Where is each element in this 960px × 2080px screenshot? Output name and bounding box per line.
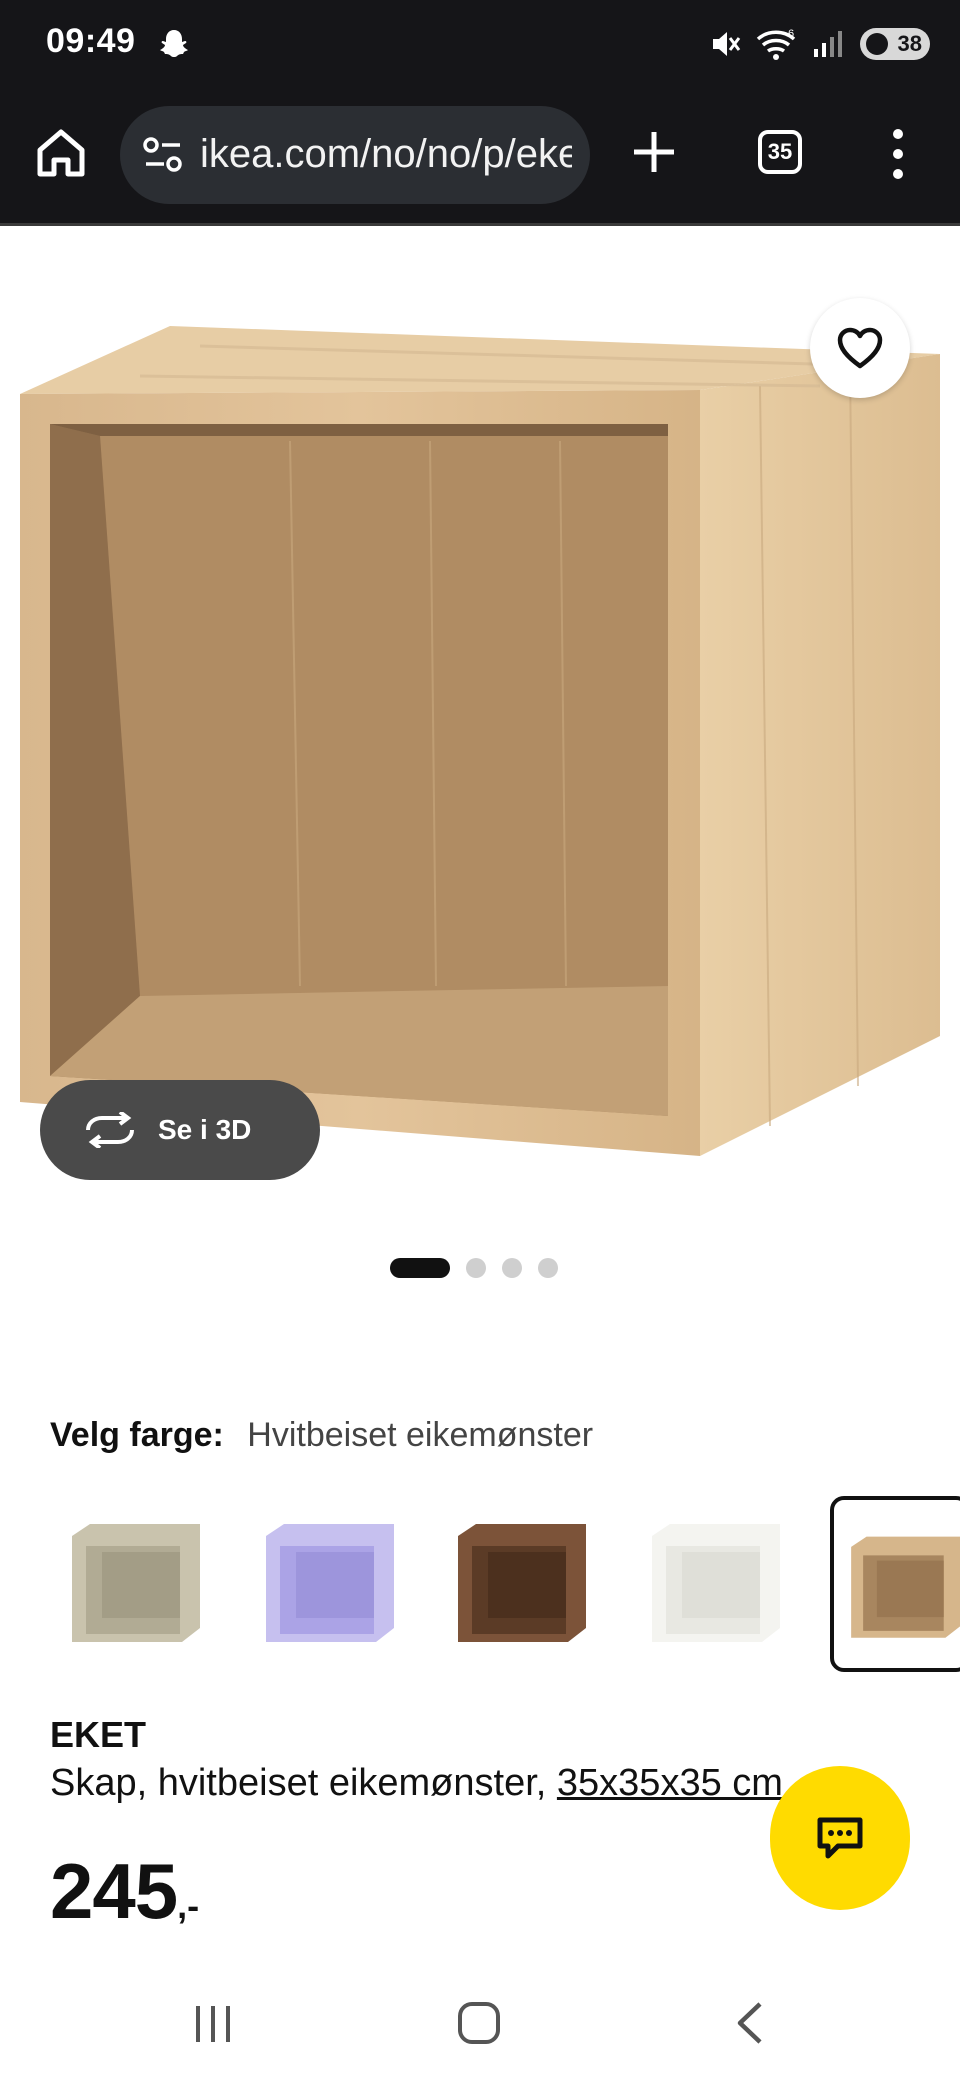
product-description-text: Skap, hvitbeiset eikemønster, xyxy=(50,1762,547,1804)
status-time: 09:49 xyxy=(46,22,136,60)
home-nav-icon[interactable] xyxy=(456,2000,502,2046)
address-bar[interactable]: ikea.com/no/no/p/eket-skap-hvitbeiset-ei… xyxy=(120,106,590,204)
color-swatch-lilac[interactable] xyxy=(244,1496,420,1672)
favourite-button[interactable] xyxy=(810,298,910,398)
product-image[interactable] xyxy=(0,226,960,1226)
product-name: EKET xyxy=(50,1714,147,1755)
color-swatch-walnut[interactable] xyxy=(436,1496,612,1672)
color-swatch-list xyxy=(50,1496,960,1672)
product-price: 245,- xyxy=(50,1846,199,1937)
pagination-dot[interactable] xyxy=(390,1258,450,1278)
chat-icon xyxy=(817,1817,863,1859)
battery-level: 38 xyxy=(897,31,922,56)
view-3d-button[interactable]: Se i 3D xyxy=(40,1080,320,1180)
view-3d-label: Se i 3D xyxy=(158,1114,252,1145)
mute-icon xyxy=(713,32,741,56)
swatch-cabinet-thumbnail xyxy=(851,1536,960,1638)
color-selector-label: Velg farge: xyxy=(50,1416,224,1454)
swatch-cabinet-thumbnail xyxy=(458,1524,586,1642)
more-menu-icon[interactable] xyxy=(886,128,910,180)
gallery-pagination xyxy=(0,1258,954,1278)
product-description: Skap, hvitbeiset eikemønster, 35x35x35 c… xyxy=(50,1762,783,1805)
pagination-dot[interactable] xyxy=(466,1258,486,1278)
battery-icon: 38 xyxy=(860,28,930,60)
url-text[interactable]: ikea.com/no/no/p/eket-skap-hvitbeiset-ei… xyxy=(200,132,572,177)
snapchat-icon xyxy=(160,30,188,57)
back-icon[interactable] xyxy=(730,2000,770,2046)
price-value: 245 xyxy=(50,1847,178,1935)
selected-color-value: Hvitbeiset eikemønster xyxy=(247,1416,594,1454)
swatch-cabinet-thumbnail xyxy=(652,1524,780,1642)
color-swatch-white-stained-oak[interactable] xyxy=(830,1496,960,1672)
pagination-dot[interactable] xyxy=(502,1258,522,1278)
wifi-badge: 6 xyxy=(788,28,794,40)
status-bar: 09:49 6 38 xyxy=(0,0,960,92)
power-save-leaf-icon xyxy=(866,33,888,55)
signal-icon xyxy=(814,31,842,57)
heart-icon xyxy=(837,327,883,369)
system-navigation-bar xyxy=(0,1980,960,2080)
tab-switcher-button[interactable]: 35 xyxy=(758,130,802,174)
site-settings-icon[interactable] xyxy=(142,136,184,174)
wifi-icon: 6 xyxy=(756,28,796,60)
color-selector-heading: Velg farge: Hvitbeiset eikemønster xyxy=(50,1416,593,1455)
new-tab-plus-icon[interactable] xyxy=(630,128,678,176)
price-suffix: ,- xyxy=(177,1885,200,1926)
color-swatch-beige[interactable] xyxy=(50,1496,226,1672)
chat-button[interactable] xyxy=(770,1766,910,1910)
swatch-cabinet-thumbnail xyxy=(72,1524,200,1642)
rotate-3d-icon xyxy=(86,1112,134,1148)
browser-toolbar: ikea.com/no/no/p/eket-skap-hvitbeiset-ei… xyxy=(0,92,960,226)
pagination-dot[interactable] xyxy=(538,1258,558,1278)
product-image-gallery[interactable] xyxy=(0,226,960,1226)
home-icon[interactable] xyxy=(34,126,88,180)
recent-apps-icon[interactable] xyxy=(192,2002,236,2046)
color-swatch-white[interactable] xyxy=(630,1496,806,1672)
product-dimensions-link[interactable]: 35x35x35 cm xyxy=(557,1762,783,1804)
swatch-cabinet-thumbnail xyxy=(266,1524,394,1642)
